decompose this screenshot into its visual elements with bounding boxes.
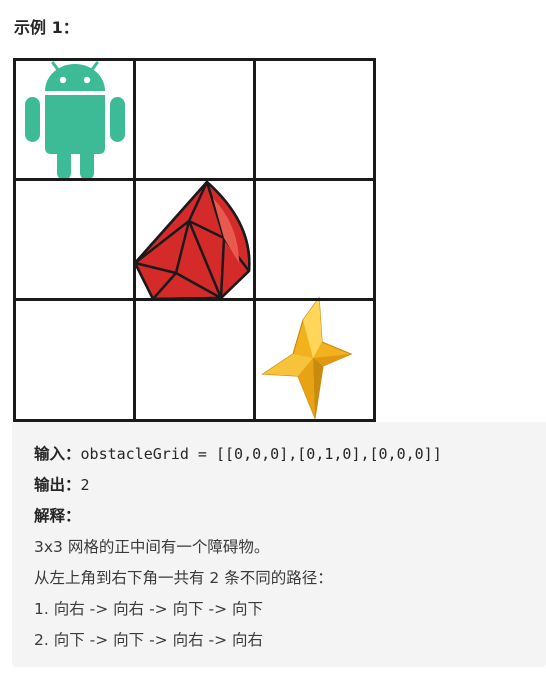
output-value: 2	[80, 476, 90, 494]
example-code-block: 输入：obstacleGrid = [[0,0,0],[0,1,0],[0,0,…	[12, 422, 546, 667]
input-label: 输入：	[34, 445, 81, 463]
explanation-path-line: 1. 向右 -> 向右 -> 向下 -> 向下	[34, 600, 264, 618]
grid-svg	[13, 58, 376, 422]
grid-figure	[13, 58, 376, 422]
explanation-text-line: 3x3 网格的正中间有一个障碍物。	[34, 538, 270, 556]
output-label: 输出：	[34, 476, 81, 494]
input-value: obstacleGrid = [[0,0,0],[0,1,0],[0,0,0]]	[80, 445, 442, 463]
input-line: 输入：obstacleGrid = [[0,0,0],[0,1,0],[0,0,…	[34, 442, 442, 464]
explanation-label: 解释：	[34, 507, 81, 525]
output-line: 输出：2	[34, 473, 90, 495]
explanation-text-line: 从左上角到右下角一共有 2 条不同的路径：	[34, 569, 333, 587]
explanation-path-line: 2. 向下 -> 向下 -> 向右 -> 向右	[34, 631, 264, 649]
example-heading: 示例 1：	[14, 18, 79, 37]
explanation-line: 解释：	[34, 504, 81, 526]
